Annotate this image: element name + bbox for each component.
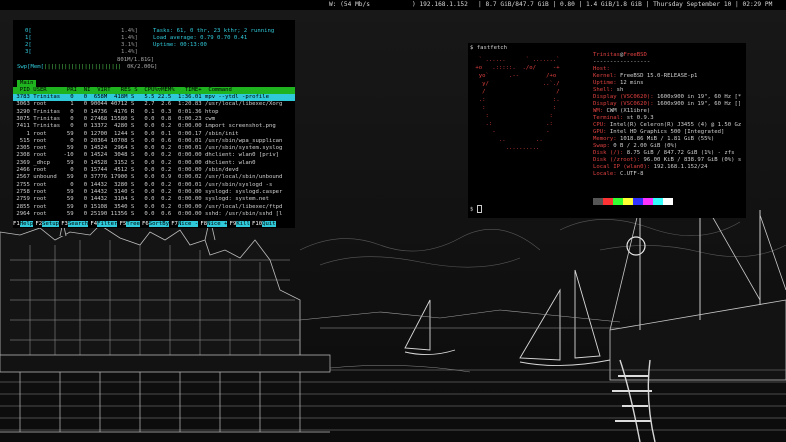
cpu-meter-3: 3[ bbox=[25, 49, 32, 55]
fkey-help[interactable]: F1Help bbox=[13, 221, 34, 228]
table-row[interactable]: 2759 root 59 0 14432 3104 S 0.0 0.2 0:00… bbox=[13, 196, 269, 203]
palette-swatch bbox=[663, 198, 673, 205]
fkey-kill[interactable]: F9Kill bbox=[230, 221, 250, 228]
cpu-meter-2: 2[ bbox=[25, 42, 32, 48]
logo-line: ` ...... ` .......` bbox=[472, 57, 563, 63]
fkey-setup[interactable]: F2Setup bbox=[35, 221, 59, 228]
cpu-pct-1: 1.4%] bbox=[121, 35, 138, 41]
info-row: Swap: 0 B / 2.00 GiB (0%) bbox=[593, 143, 678, 149]
table-row[interactable]: 2855 root 59 0 15108 3540 S 0.0 0.2 0:00… bbox=[13, 204, 282, 211]
tasks-info: Tasks: 61, 0 thr, 23 kthr; 2 running bbox=[153, 28, 275, 34]
ip-status: ) 192.168.1.152 bbox=[412, 1, 468, 8]
info-row: Terminal: st 0.9.3 bbox=[593, 115, 654, 121]
table-row[interactable]: 2466 root 0 0 15744 4512 S 0.0 0.2 0:00.… bbox=[13, 167, 238, 174]
table-row[interactable]: 3063 root 1 0 90044 40712 S 2.7 2.6 1:20… bbox=[13, 101, 282, 108]
palette-swatch bbox=[643, 198, 653, 205]
table-row[interactable]: 2964 root 59 0 25190 11356 S 0.0 0.6 0:0… bbox=[13, 211, 282, 218]
load-average: Load average: 0.79 0.70 0.41 bbox=[153, 35, 248, 41]
table-row[interactable]: 2567 unbound 59 0 37776 17900 S 0.0 0.9 … bbox=[13, 174, 282, 181]
table-row[interactable]: 1 root 59 0 12700 1244 S 0.0 0.1 0:00.17… bbox=[13, 131, 238, 138]
shell-prompt[interactable]: $ bbox=[470, 205, 482, 213]
mem-value: 801M/1.81G] bbox=[117, 57, 155, 63]
table-row[interactable]: 515 root 0 0 20364 10708 S 0.0 0.6 0:00.… bbox=[13, 138, 283, 145]
info-row: GPU: Intel HD Graphics 500 [Integrated] bbox=[593, 129, 725, 135]
status-bar: W: (54 Mb/s ) 192.168.1.152 | 8.7 GiB/84… bbox=[0, 0, 786, 10]
palette-swatch bbox=[603, 198, 613, 205]
info-row: Disk (/): 8.75 GiB / 847.72 GiB (1%) - z… bbox=[593, 150, 735, 156]
info-row: Disk (/zroot): 96.00 KiB / 838.97 GiB (0… bbox=[593, 157, 742, 163]
fastfetch-command: $ fastfetch bbox=[470, 45, 508, 51]
swp-value: 0K/2.00G] bbox=[127, 64, 158, 70]
info-row: CPU: Intel(R) Celeron(R) J3455 (4) @ 1.5… bbox=[593, 122, 742, 128]
palette-swatch bbox=[593, 198, 603, 205]
table-row[interactable]: 2755 root 0 0 14432 3280 S 0.0 0.2 0:00.… bbox=[13, 182, 272, 189]
table-row[interactable]: 2308 root -10 0 14524 3048 S 0.0 0.2 0:0… bbox=[13, 152, 279, 159]
fkey-nice[interactable]: F7Nice - bbox=[171, 221, 199, 228]
info-row: Uptime: 12 mins bbox=[593, 80, 644, 86]
table-row[interactable]: 3783 Trinitas 0 0 658M 418M S 5.5 22.5 1… bbox=[13, 94, 295, 101]
cpu-meter-1: 1[ bbox=[25, 35, 32, 41]
fkey-filter[interactable]: F4Filter bbox=[90, 221, 118, 228]
system-status: | 8.7 GiB/847.7 GiB | 0.80 | 1.4 GiB/1.8… bbox=[478, 1, 773, 8]
tab-main[interactable]: Main bbox=[17, 80, 37, 87]
logo-line: / / bbox=[472, 89, 567, 95]
logo-line: .: :. bbox=[472, 97, 567, 103]
swp-meter: Swp[ bbox=[17, 64, 31, 70]
info-row: Host: bbox=[593, 66, 614, 72]
cpu-meter-0: 0[ bbox=[25, 28, 32, 34]
logo-line: .......... bbox=[472, 145, 567, 151]
table-row[interactable]: 3075 Trinitas 0 0 27468 15580 S 0.0 0.8 … bbox=[13, 116, 215, 123]
wifi-status: W: (54 Mb/s bbox=[329, 1, 370, 8]
user-host: Trinitas@FreeBSD bbox=[593, 52, 647, 58]
cursor bbox=[476, 205, 482, 213]
info-row: Display (VSC0620): 1600x900 in 19", 60 H… bbox=[593, 94, 742, 100]
info-separator: ----------------- bbox=[593, 59, 651, 65]
mem-bar: ||||||||||||||||||||||| bbox=[43, 63, 122, 70]
fkey-nice[interactable]: F8Nice + bbox=[200, 221, 228, 228]
table-row[interactable]: 7411 Trinitas 0 0 13372 4280 S 0.0 0.2 0… bbox=[13, 123, 275, 130]
logo-line: y/ ..`./ bbox=[472, 81, 567, 87]
table-row[interactable]: 2758 root 59 0 14432 3140 S 0.0 0.2 0:00… bbox=[13, 189, 282, 196]
fkey-tree[interactable]: F5Tree bbox=[120, 221, 140, 228]
mem-meter: Mem[||||||||||||||||||||||| bbox=[30, 63, 122, 70]
cpu-pct-3: 1.4%] bbox=[121, 49, 138, 55]
palette-swatch bbox=[613, 198, 623, 205]
logo-line: yo` .-- /+o bbox=[472, 73, 563, 79]
logo-line: .. .. bbox=[472, 137, 567, 143]
logo-line: : : bbox=[472, 113, 567, 119]
info-row: Locale: C.UTF-8 bbox=[593, 171, 644, 177]
palette-swatch bbox=[653, 198, 663, 205]
logo-line: - - bbox=[472, 129, 567, 135]
cpu-pct-2: 3.1%] bbox=[121, 42, 138, 48]
fkey-quit[interactable]: F10Quit bbox=[252, 221, 276, 228]
fastfetch-window[interactable]: $ fastfetch ` ...... ` .......` +o .::::… bbox=[468, 43, 746, 218]
table-row[interactable]: 3290 Trinitas 0 0 14736 4176 R 0.1 0.3 0… bbox=[13, 109, 218, 116]
info-row: WM: CWM (X11ibre) bbox=[593, 108, 651, 114]
table-row[interactable]: 2369 _dhcp 59 0 14528 3152 S 0.0 0.2 0:0… bbox=[13, 160, 255, 167]
palette-swatch bbox=[633, 198, 643, 205]
logo-line: .: .: bbox=[472, 121, 567, 127]
logo-line: : : bbox=[472, 105, 567, 111]
fkey-search[interactable]: F3Search bbox=[61, 221, 89, 228]
process-table-header[interactable]: PID USER PRI NI VIRT RES S CPU%▽MEM% TIM… bbox=[13, 87, 295, 94]
function-key-bar: F1Help F2Setup F3Search F4Filter F5Tree F6Sor… bbox=[13, 221, 295, 228]
info-row: Kernel: FreeBSD 15.0-RELEASE-p1 bbox=[593, 73, 698, 79]
fkey-sortby[interactable]: F6SortBy bbox=[142, 221, 169, 228]
cpu-pct-0: 1.4%] bbox=[121, 28, 138, 34]
info-row: Display (VSC0620): 1600x900 in 19", 60 H… bbox=[593, 101, 742, 107]
table-row[interactable]: 2305 root 59 0 14524 2964 S 0.0 0.2 0:00… bbox=[13, 145, 282, 152]
info-row: Local IP (wlan0): 192.168.1.152/24 bbox=[593, 164, 708, 170]
info-row: Memory: 1018.86 MiB / 1.81 GiB (55%) bbox=[593, 136, 715, 142]
uptime: Uptime: 00:13:00 bbox=[153, 42, 207, 48]
palette-swatch bbox=[623, 198, 633, 205]
htop-window[interactable]: 0[ 1.4%] 1[ 1.4%] 2[ 3.1%] 3[ 1.4%] Mem[… bbox=[13, 20, 295, 228]
info-row: Shell: sh bbox=[593, 87, 624, 93]
logo-line: +o .:::::. ./o/ -+ bbox=[472, 65, 563, 71]
